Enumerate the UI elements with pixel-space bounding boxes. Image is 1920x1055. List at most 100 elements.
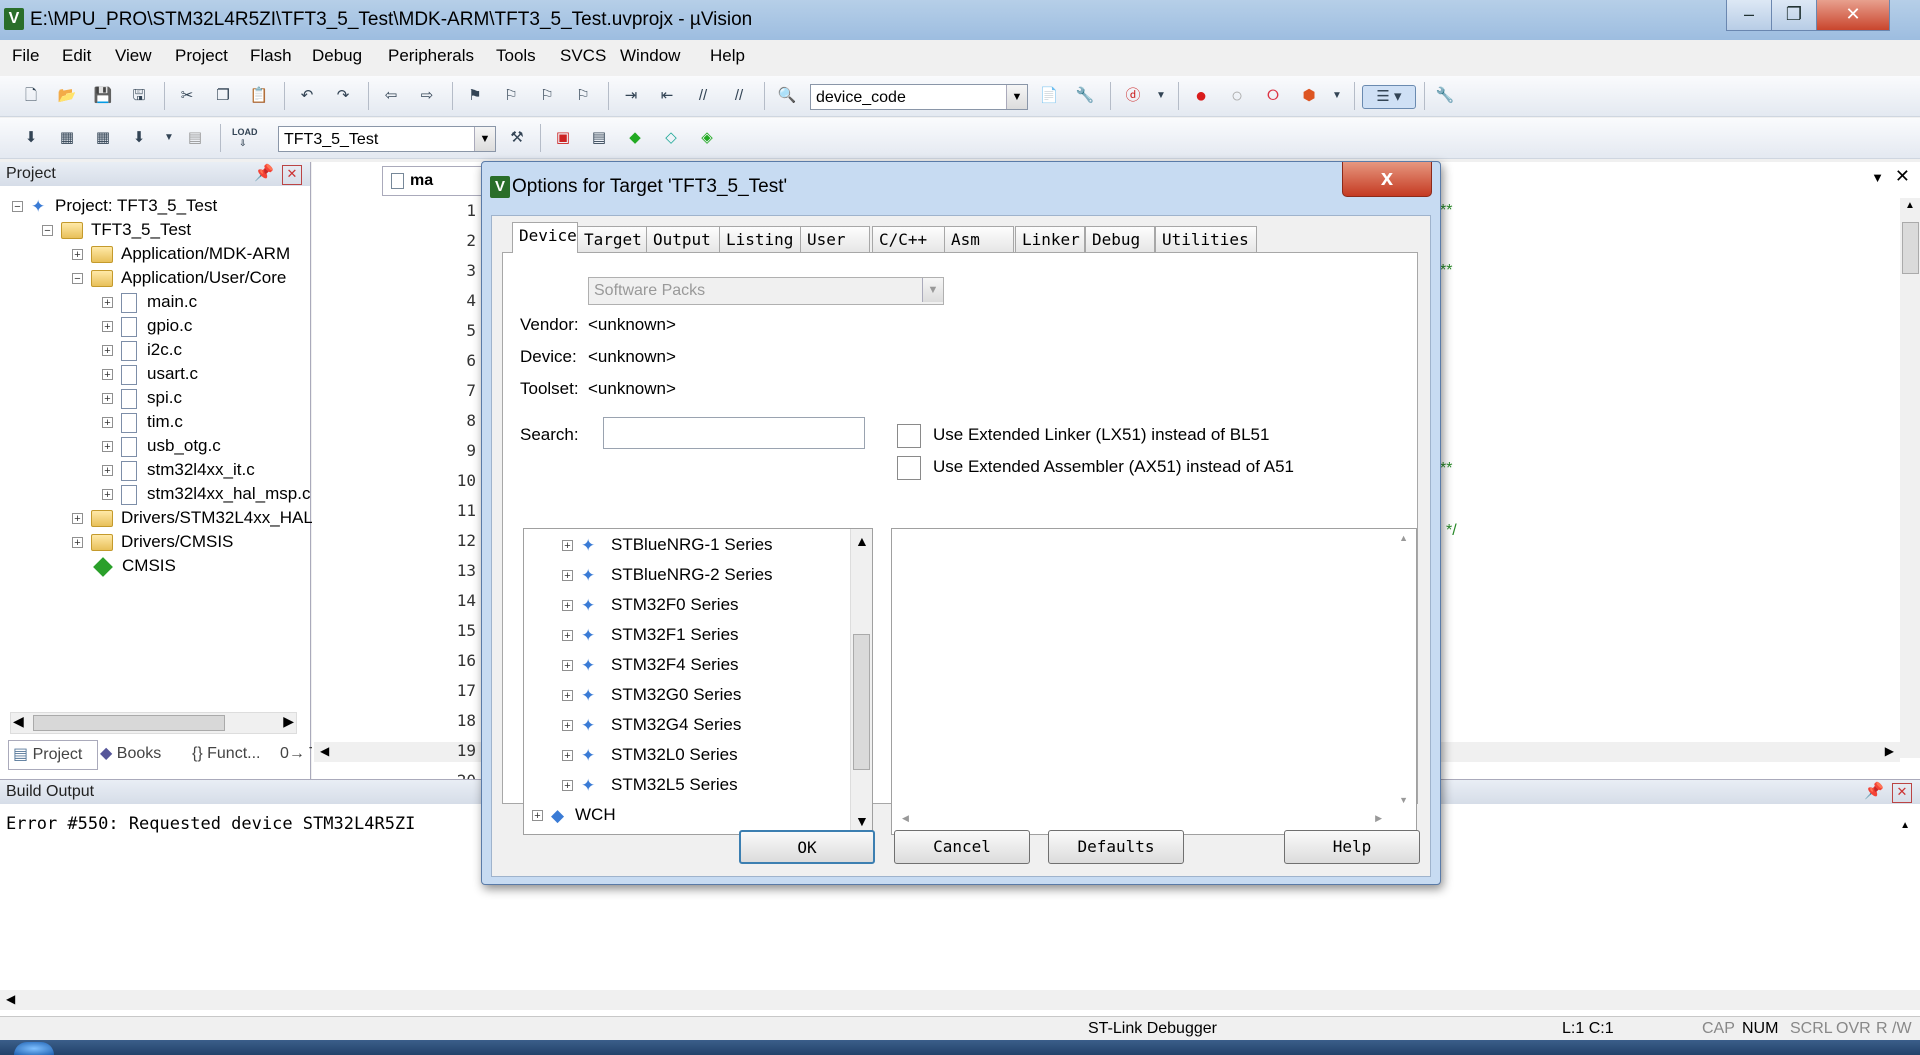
scroll-up-icon[interactable]: ▲ bbox=[1399, 533, 1408, 543]
tree-item-group[interactable]: − Application/User/Core bbox=[72, 266, 286, 290]
expand-icon[interactable]: + bbox=[102, 417, 113, 429]
target-select[interactable]: TFT3_5_Test ▼ bbox=[278, 126, 496, 152]
tree-item-file[interactable]: + stm32l4xx_hal_msp.c bbox=[102, 482, 310, 506]
scroll-thumb[interactable] bbox=[33, 715, 225, 731]
minimize-button[interactable]: – bbox=[1726, 0, 1772, 31]
cancel-button[interactable]: Cancel bbox=[894, 830, 1030, 864]
menu-flash[interactable]: Flash bbox=[250, 46, 292, 66]
pin-icon[interactable]: 📌 bbox=[1864, 780, 1884, 804]
breakpoint-icon[interactable]: ● bbox=[1190, 85, 1212, 107]
manage-runtime-icon[interactable]: ◆ bbox=[624, 127, 646, 149]
scroll-thumb[interactable] bbox=[1902, 222, 1919, 274]
redo-icon[interactable]: ↷ bbox=[332, 85, 354, 107]
new-file-icon[interactable]: 🗋 bbox=[20, 85, 42, 107]
collapse-icon[interactable]: − bbox=[12, 201, 23, 213]
copy-icon[interactable]: ❐ bbox=[212, 85, 234, 107]
expand-icon[interactable]: + bbox=[102, 345, 113, 357]
ok-button[interactable]: OK bbox=[739, 830, 875, 864]
disable-breakpoint-icon[interactable]: ○ bbox=[1226, 85, 1248, 107]
tab-output[interactable]: Output bbox=[646, 226, 720, 252]
collapse-icon[interactable]: − bbox=[42, 225, 53, 237]
expand-icon[interactable]: + bbox=[102, 393, 113, 405]
expand-icon[interactable]: + bbox=[562, 690, 573, 702]
manage-multi-project-icon[interactable]: ▤ bbox=[588, 127, 610, 149]
manage-project-items-icon[interactable]: ▣ bbox=[552, 127, 574, 149]
tree-item-series[interactable]: + ✦ STM32L5 Series bbox=[562, 773, 738, 797]
tree-item-series[interactable]: + ✦ STM32F1 Series bbox=[562, 623, 739, 647]
expand-icon[interactable]: + bbox=[562, 570, 573, 582]
configure-icon[interactable]: ⬢ bbox=[1298, 85, 1320, 107]
cut-icon[interactable]: ✂ bbox=[176, 85, 198, 107]
menu-view[interactable]: View bbox=[115, 46, 152, 66]
dialog-close-button[interactable]: x bbox=[1342, 162, 1432, 197]
chevron-down-icon[interactable]: ▼ bbox=[1150, 85, 1172, 107]
expand-icon[interactable]: + bbox=[102, 489, 113, 501]
ax51-checkbox[interactable] bbox=[897, 456, 921, 480]
expand-icon[interactable]: + bbox=[102, 441, 113, 453]
expand-icon[interactable]: + bbox=[102, 465, 113, 477]
collapse-icon[interactable]: − bbox=[72, 273, 83, 285]
tab-asm[interactable]: Asm bbox=[944, 226, 1014, 252]
chevron-down-icon[interactable]: ▼ bbox=[1871, 170, 1884, 185]
tree-item-series[interactable]: + ✦ STBlueNRG-2 Series bbox=[562, 563, 773, 587]
tree-item-series[interactable]: + ✦ STM32G0 Series bbox=[562, 683, 741, 707]
options-for-target-icon[interactable]: ⚒ bbox=[506, 127, 528, 149]
maximize-button[interactable]: ❐ bbox=[1771, 0, 1817, 31]
tree-item-series[interactable]: + ✦ STM32L0 Series bbox=[562, 743, 738, 767]
prev-bookmark-icon[interactable]: ⚐ bbox=[500, 85, 522, 107]
scroll-thumb[interactable] bbox=[853, 634, 870, 770]
tree-item-file[interactable]: + main.c bbox=[102, 290, 197, 314]
tree-item-file[interactable]: + stm32l4xx_it.c bbox=[102, 458, 255, 482]
uncomment-icon[interactable]: // bbox=[728, 85, 750, 107]
menu-file[interactable]: File bbox=[12, 46, 39, 66]
expand-icon[interactable]: + bbox=[562, 660, 573, 672]
expand-icon[interactable]: + bbox=[562, 720, 573, 732]
scroll-left-icon[interactable]: ◀ bbox=[320, 744, 329, 758]
lx51-checkbox[interactable] bbox=[897, 424, 921, 448]
tab-device[interactable]: Device bbox=[512, 222, 578, 253]
expand-icon[interactable]: + bbox=[562, 600, 573, 612]
expand-icon[interactable]: + bbox=[562, 540, 573, 552]
editor-tab[interactable]: ma bbox=[382, 166, 482, 196]
expand-icon[interactable]: + bbox=[102, 369, 113, 381]
scroll-left-icon[interactable]: ◀ bbox=[6, 992, 15, 1006]
tree-item-cmsis[interactable]: CMSIS bbox=[92, 554, 176, 578]
navigate-forward-icon[interactable]: ⇨ bbox=[416, 85, 438, 107]
tree-item-file[interactable]: + gpio.c bbox=[102, 314, 192, 338]
tab-project[interactable]: ▤ Project bbox=[8, 740, 98, 770]
scroll-right-icon[interactable]: ▶ bbox=[1885, 744, 1894, 758]
comment-icon[interactable]: // bbox=[692, 85, 714, 107]
expand-icon[interactable]: + bbox=[72, 537, 83, 549]
tab-target[interactable]: Target bbox=[577, 226, 647, 252]
find-icon[interactable]: 📄 bbox=[1038, 85, 1060, 107]
save-icon[interactable]: 💾 bbox=[92, 85, 114, 107]
save-all-icon[interactable]: 🖫 bbox=[128, 85, 150, 107]
expand-icon[interactable]: + bbox=[102, 321, 113, 333]
scroll-down-icon[interactable]: ▼ bbox=[855, 813, 869, 829]
rebuild-icon[interactable]: ▦ bbox=[92, 127, 114, 149]
tree-item-group[interactable]: + Drivers/CMSIS bbox=[72, 530, 233, 554]
tree-item-vendor[interactable]: + ◆ WCH bbox=[532, 803, 616, 827]
menu-help[interactable]: Help bbox=[710, 46, 745, 66]
scroll-right-icon[interactable]: ▶ bbox=[283, 713, 294, 730]
tree-item-file[interactable]: + usart.c bbox=[102, 362, 198, 386]
scroll-right-icon[interactable]: ▶ bbox=[1375, 813, 1382, 824]
tab-functions[interactable]: {} Funct... bbox=[192, 740, 260, 768]
search-input[interactable] bbox=[603, 417, 865, 449]
close-editor-icon[interactable]: ✕ bbox=[1895, 166, 1910, 187]
load-download-icon[interactable]: LOAD ⇩ bbox=[232, 127, 258, 149]
stop-build-icon[interactable]: ▤ bbox=[184, 127, 206, 149]
tree-item-series[interactable]: + ✦ STM32F4 Series bbox=[562, 653, 739, 677]
tree-item-series[interactable]: + ✦ STM32G4 Series bbox=[562, 713, 741, 737]
scroll-down-icon[interactable]: ▼ bbox=[1399, 795, 1408, 805]
tree-item-file[interactable]: + i2c.c bbox=[102, 338, 182, 362]
translate-icon[interactable]: ⬇ bbox=[20, 127, 42, 149]
menu-tools[interactable]: Tools bbox=[496, 46, 536, 66]
tab-utilities[interactable]: Utilities bbox=[1155, 226, 1257, 252]
tree-item-group[interactable]: + Application/MDK-ARM bbox=[72, 242, 290, 266]
output-horizontal-scrollbar[interactable]: ◀ bbox=[0, 990, 1920, 1010]
tree-item-file[interactable]: + spi.c bbox=[102, 386, 182, 410]
tree-item-series[interactable]: + ✦ STM32F0 Series bbox=[562, 593, 739, 617]
expand-icon[interactable]: + bbox=[532, 810, 543, 822]
tab-debug[interactable]: Debug bbox=[1085, 226, 1155, 252]
